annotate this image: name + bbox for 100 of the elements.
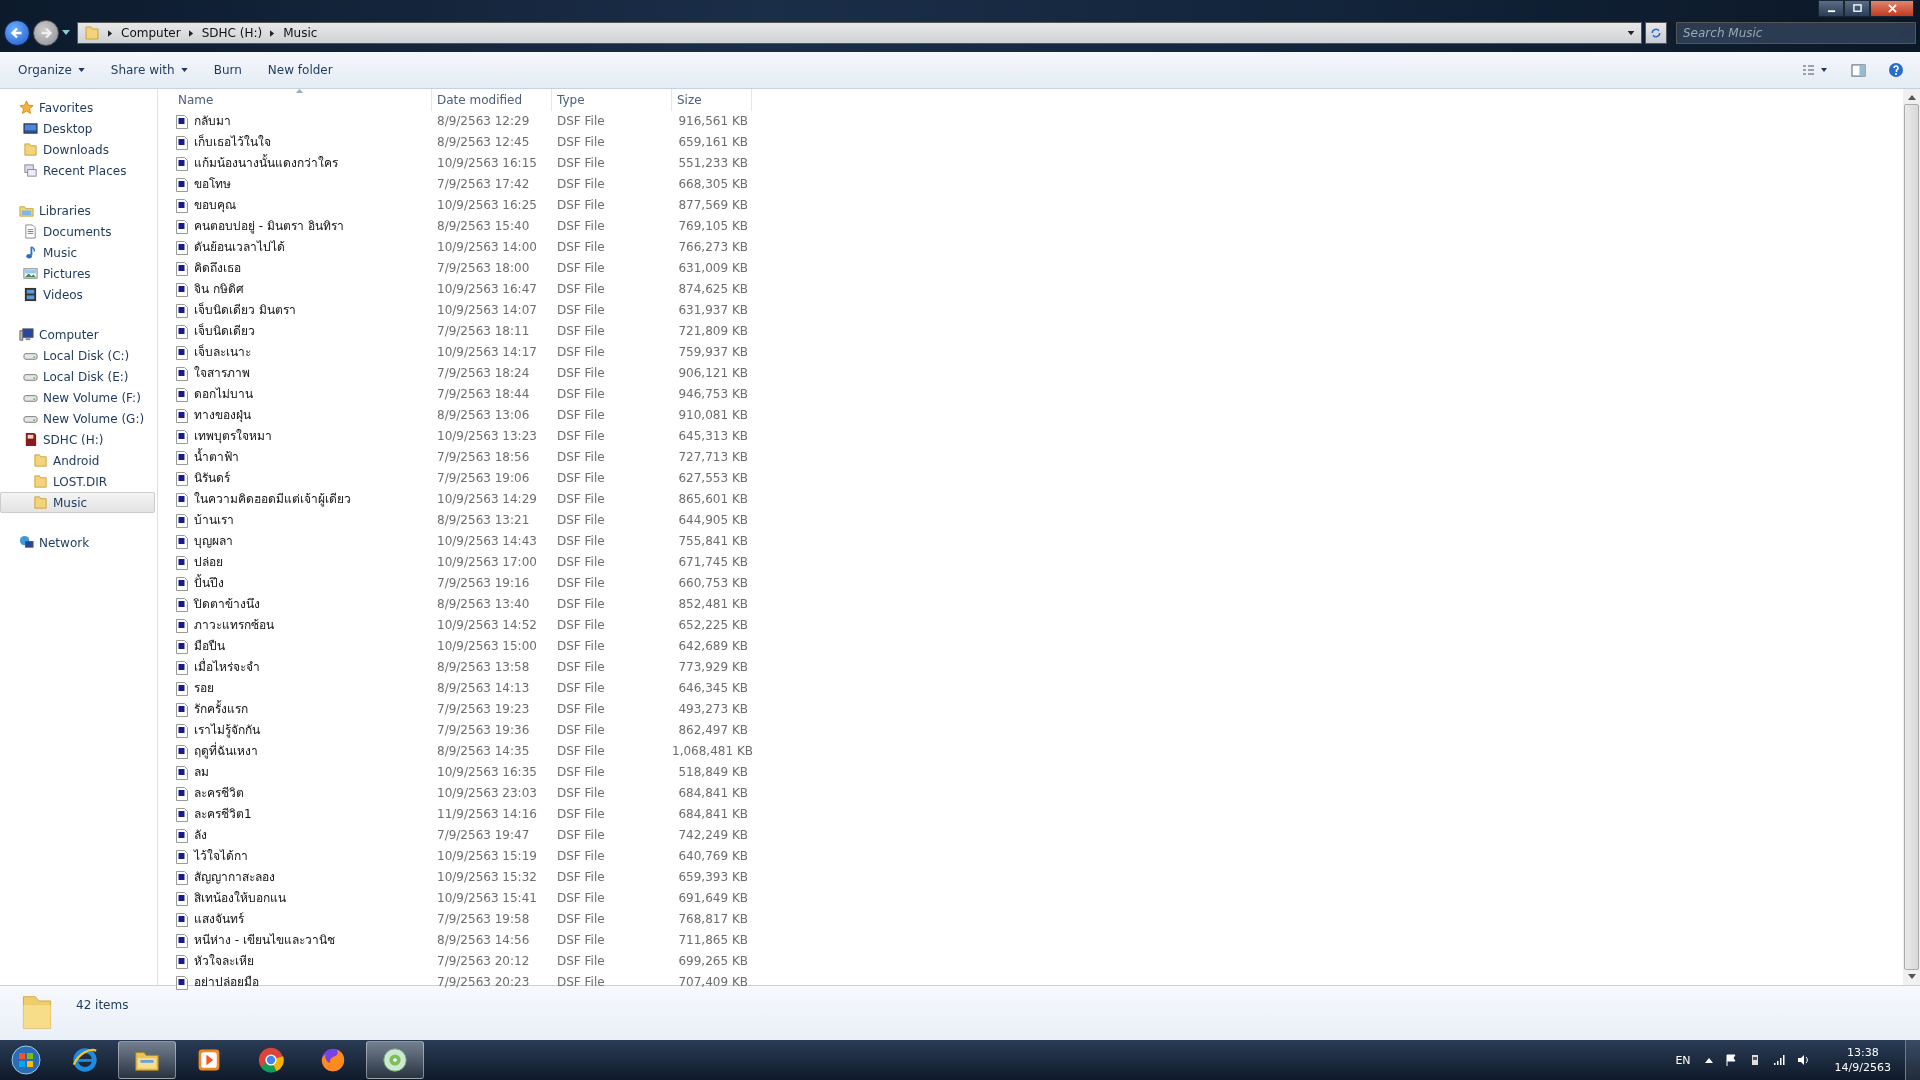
file-name[interactable]: มือปืน: [194, 636, 225, 657]
file-name[interactable]: ทางของฝุ่น: [194, 405, 251, 426]
file-name[interactable]: ละครชีวิต: [194, 783, 244, 804]
taskbar-app[interactable]: [118, 1041, 176, 1079]
file-name[interactable]: ใจสารภาพ: [194, 363, 250, 384]
table-cell-text: 766,273 KB: [677, 239, 749, 256]
up-arrow-icon[interactable]: [1907, 95, 1916, 100]
file-name[interactable]: อย่าปล่อยมือ: [194, 972, 259, 993]
nav-item[interactable]: Music: [0, 492, 155, 513]
nav-group[interactable]: Favorites: [0, 97, 155, 118]
speaker-icon[interactable]: [1796, 1054, 1809, 1066]
file-name[interactable]: เก็บเธอไว้ในใจ: [194, 132, 271, 153]
table-cell-text: 10/9/2563 15:32: [436, 869, 538, 886]
file-name[interactable]: เจ็บนิดเดียว: [194, 321, 255, 342]
nav-item[interactable]: New Volume (G:): [0, 408, 155, 429]
minimize-button[interactable]: [1818, 0, 1844, 17]
file-name[interactable]: บุญผลา: [194, 531, 233, 552]
file-name[interactable]: เทพบุตรใจหมา: [194, 426, 272, 447]
address-bar[interactable]: Computer SDHC (H:) Music: [77, 22, 1642, 44]
file-name[interactable]: สิเทน้องให้บอกแน: [194, 888, 286, 909]
column-header[interactable]: Size: [672, 89, 752, 111]
file-name[interactable]: ดันย้อนเวลาไปได้: [194, 237, 285, 258]
nav-item[interactable]: Local Disk (C:): [0, 345, 155, 366]
file-name[interactable]: รอย: [194, 678, 214, 699]
nav-item[interactable]: Downloads: [0, 139, 155, 160]
nav-item[interactable]: Local Disk (E:): [0, 366, 155, 387]
pane-icon: [1851, 63, 1866, 77]
file-name[interactable]: หัวใจละเหีย: [194, 951, 254, 972]
file-name[interactable]: บ้านเรา: [194, 510, 234, 531]
file-name[interactable]: กลับมา: [194, 111, 231, 132]
file-name[interactable]: ฤดูที่ฉันเหงา: [194, 741, 258, 762]
file-name[interactable]: ปั้นปึง: [194, 573, 224, 594]
file-name[interactable]: สัญญากาสะลอง: [194, 867, 275, 888]
nav-item[interactable]: Desktop: [0, 118, 155, 139]
file-name[interactable]: ปิดตาข้างนึง: [194, 594, 260, 615]
taskbar-app[interactable]: [366, 1041, 424, 1079]
nav-item[interactable]: Pictures: [0, 263, 155, 284]
file-name[interactable]: คิดถึงเธอ: [194, 258, 241, 279]
flag-icon[interactable]: [1724, 1054, 1737, 1066]
file-name[interactable]: เราไม่รู้จักกัน: [194, 720, 260, 741]
file-name[interactable]: ภาวะแทรกซ้อน: [194, 615, 274, 636]
file-icon: [176, 912, 188, 927]
close-button[interactable]: [1870, 0, 1914, 17]
breadcrumb[interactable]: Computer: [121, 26, 181, 40]
file-name[interactable]: เจ็บนิดเดียว มินตรา: [194, 300, 296, 321]
toolbar-button[interactable]: Burn: [203, 59, 252, 81]
file-name[interactable]: จิน กษิดิศ: [194, 279, 244, 300]
nav-group[interactable]: Libraries: [0, 200, 155, 221]
show-desktop-button[interactable]: [1905, 1040, 1920, 1080]
refresh-button[interactable]: [1645, 22, 1667, 44]
file-name[interactable]: น้ำตาฟ้า: [194, 447, 239, 468]
breadcrumb[interactable]: SDHC (H:): [201, 26, 263, 40]
nav-item[interactable]: LOST.DIR: [0, 471, 155, 492]
file-name[interactable]: รักครั้งแรก: [194, 699, 248, 720]
nav-item[interactable]: Documents: [0, 221, 155, 242]
nav-item[interactable]: SDHC (H:): [0, 429, 155, 450]
search-field[interactable]: Search Music: [1676, 22, 1916, 44]
back-button[interactable]: [4, 20, 30, 46]
file-name[interactable]: ขอโทษ: [194, 174, 231, 195]
file-name[interactable]: ในความคิดฮอดมีแต่เจ้าผู้เดียว: [194, 489, 351, 510]
file-name[interactable]: หนีห่าง - เขียนไขและวานิช: [194, 930, 335, 951]
breadcrumb[interactable]: Music: [283, 26, 318, 40]
file-name[interactable]: ขอบคุณ: [194, 195, 236, 216]
language-indicator[interactable]: EN: [1675, 1053, 1691, 1067]
nav-item[interactable]: Android: [0, 450, 155, 471]
toolbar-button[interactable]: Share with: [100, 59, 198, 81]
file-name[interactable]: ไว้ใจได้กา: [194, 846, 248, 867]
file-name[interactable]: ลม: [194, 762, 209, 783]
nav-item[interactable]: Music: [0, 242, 155, 263]
file-name[interactable]: แก้มน้องนางนั้นแดงกว่าใคร: [194, 153, 338, 174]
file-name[interactable]: ปล่อย: [194, 552, 223, 573]
down-arrow-icon[interactable]: [1907, 974, 1916, 979]
table-cell-text: 10/9/2563 14:07: [436, 302, 538, 319]
table-cell-text: 916,561 KB: [677, 113, 749, 130]
up-arrow-icon[interactable]: [1704, 1057, 1713, 1063]
file-name[interactable]: ดอกไม่บาน: [194, 384, 253, 405]
scrollbar[interactable]: [1903, 89, 1920, 985]
file-name[interactable]: แสงจันทร์: [194, 909, 244, 930]
nav-item[interactable]: Videos: [0, 284, 155, 305]
file-name[interactable]: คนตอบบ่อยู่ - มินตรา อินทิรา: [194, 216, 344, 237]
column-header[interactable]: Type: [552, 89, 672, 111]
toolbar-button[interactable]: Organize: [8, 59, 95, 81]
file-name[interactable]: เมื่อไหร่จะจำ: [194, 657, 260, 678]
dropdown-arrow-icon[interactable]: [1627, 30, 1635, 36]
signal-icon[interactable]: [1772, 1054, 1785, 1066]
dropdown-arrow-icon[interactable]: [62, 30, 70, 36]
maximize-button[interactable]: [1844, 0, 1870, 17]
file-name[interactable]: นิรันดร์: [194, 468, 230, 489]
file-name[interactable]: ลัง: [194, 825, 207, 846]
file-name[interactable]: ละครชีวิต1: [194, 804, 252, 825]
nav-group[interactable]: Computer: [0, 324, 155, 345]
table-cell-text: 10/9/2563 14:17: [436, 344, 538, 361]
nav-item[interactable]: New Volume (F:): [0, 387, 155, 408]
file-name[interactable]: เจ็บละเนาะ: [194, 342, 251, 363]
nav-group[interactable]: Network: [0, 532, 155, 553]
forward-button[interactable]: [33, 20, 59, 46]
clock[interactable]: 13:38 14/9/2563: [1834, 1045, 1891, 1075]
toolbar-button[interactable]: New folder: [257, 59, 343, 81]
nav-item[interactable]: Recent Places: [0, 160, 155, 181]
column-header[interactable]: Date modified: [432, 89, 552, 111]
